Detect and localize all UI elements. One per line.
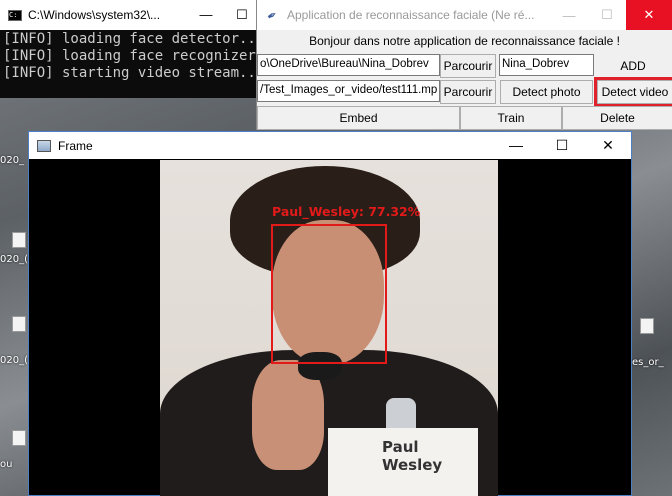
desktop-label-4: ou [0,459,13,470]
name-card: Paul Wesley [328,428,478,496]
console-line: [INFO] loading face detector... [3,31,265,47]
file-icon [640,318,654,334]
feather-icon: ✒ [264,6,281,25]
desktop-label-3: 020_( [0,355,28,366]
console-title: C:\Windows\system32\... [28,8,161,22]
detect-photo-button[interactable]: Detect photo [500,80,593,104]
face-detection-box [271,224,387,364]
desktop-label-2: 020_( [0,254,28,265]
file-icon [12,316,26,332]
maximize-icon[interactable]: ☐ [539,137,585,154]
minimize-icon[interactable]: — [550,0,588,30]
window-icon [37,139,51,152]
video-path-input[interactable]: /Test_Images_or_video/test111.mp [257,80,440,102]
name-card-text: Paul Wesley [382,438,443,474]
face-recognition-label: Paul_Wesley: 77.32% [272,204,421,219]
delete-button[interactable]: Delete [562,106,672,130]
file-icon [12,232,26,248]
file-icon [12,430,26,446]
train-button[interactable]: Train [460,106,562,130]
maximize-icon[interactable]: ☐ [224,7,260,23]
close-icon[interactable]: ✕ [626,0,672,30]
console-line: [INFO] loading face recognizer... [3,48,282,64]
minimize-icon[interactable]: — [493,137,539,154]
frame-title: Frame [58,138,93,153]
minimize-icon[interactable]: — [188,7,224,23]
add-button[interactable]: ADD [594,54,672,78]
app-window: ✒ Application de reconnaissance faciale … [256,0,672,130]
app-titlebar[interactable]: ✒ Application de reconnaissance faciale … [257,0,672,30]
desktop-label-5: es_or_ [632,357,664,368]
frame-window: Frame — ☐ ✕ Paul Wesley Paul_Wesley: 77.… [28,131,632,496]
console-window: C: C:\Windows\system32\... — ☐ [INFO] lo… [0,0,282,98]
embed-button[interactable]: Embed [257,106,460,130]
video-frame: Paul Wesley Paul_Wesley: 77.32% [160,160,498,496]
frame-titlebar[interactable]: Frame — ☐ ✕ [29,132,631,159]
browse-folder-button[interactable]: Parcourir [440,54,496,78]
detect-video-button[interactable]: Detect video [594,77,672,107]
greeting-label: Bonjour dans notre application de reconn… [309,34,620,48]
desktop-file-icon[interactable] [640,318,668,334]
app-title: Application de reconnaissance faciale (N… [287,8,535,22]
name-input[interactable]: Nina_Dobrev [499,54,594,76]
browse-video-button[interactable]: Parcourir [440,80,496,104]
cmd-icon: C: [8,9,22,21]
close-icon[interactable]: ✕ [585,137,631,154]
console-titlebar[interactable]: C: C:\Windows\system32\... — ☐ [0,0,260,30]
console-output: [INFO] loading face detector... [INFO] lo… [0,30,282,83]
maximize-icon[interactable]: ☐ [588,0,626,30]
desktop-label-1: 020_ [0,155,25,166]
console-line: [INFO] starting video stream... [3,65,265,81]
path-input[interactable]: o\OneDrive\Bureau\Nina_Dobrev [257,54,440,76]
